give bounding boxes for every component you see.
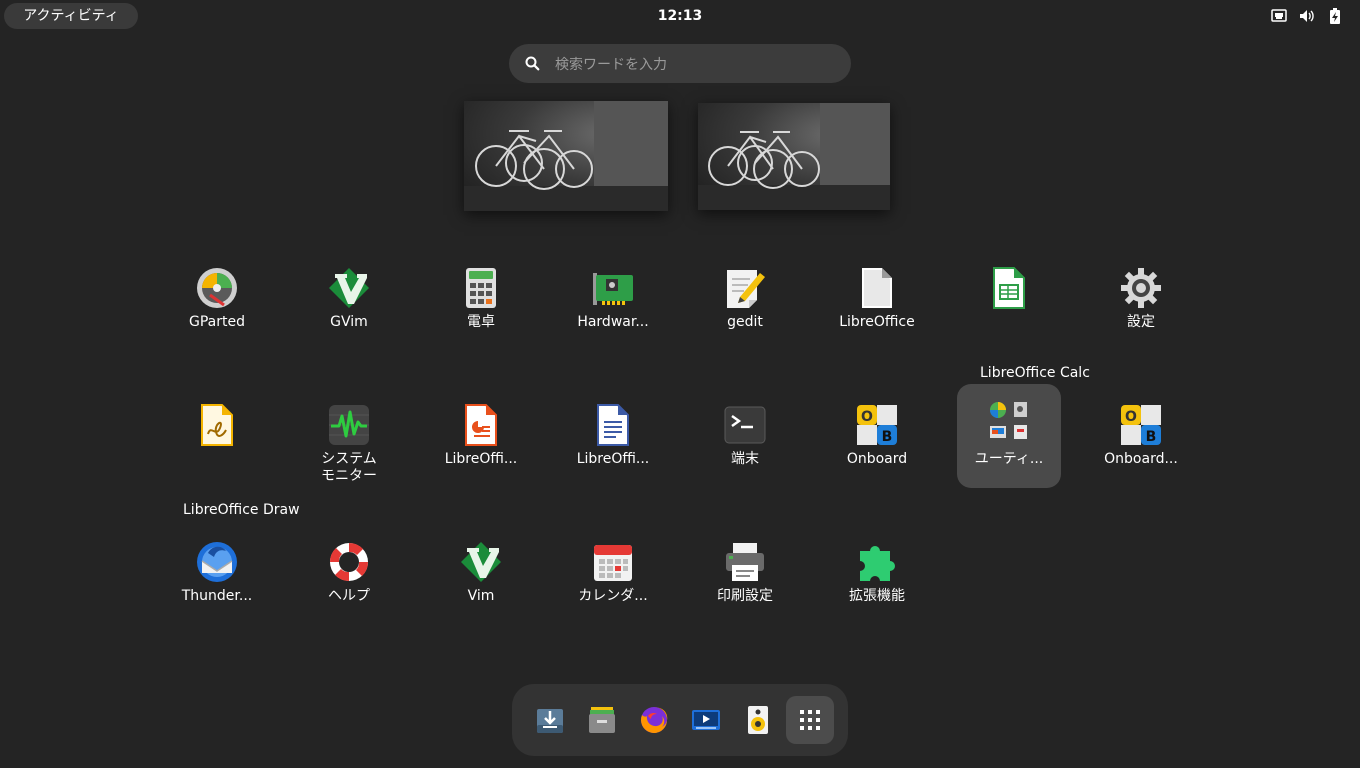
app-terminal[interactable]: 端末 — [693, 387, 797, 491]
dash-show-apps[interactable] — [786, 696, 834, 744]
vim-icon — [461, 542, 501, 582]
app-label: GVim — [330, 314, 368, 330]
libreoffice-writer-icon — [597, 404, 629, 446]
utilities-folder-icon — [990, 402, 1027, 439]
software-install-icon — [537, 709, 563, 733]
terminal-icon — [724, 406, 766, 444]
tooltip-libreoffice-draw: LibreOffice Draw — [183, 502, 300, 518]
system-monitor-icon — [329, 405, 369, 445]
volume-icon[interactable] — [1299, 8, 1315, 24]
app-help[interactable]: ヘルプ — [297, 524, 401, 628]
video-player-icon — [692, 710, 720, 730]
battery-charging-icon[interactable] — [1328, 8, 1342, 24]
workspace-thumbnail-2[interactable] — [698, 103, 890, 210]
app-label: Hardwar... — [577, 314, 649, 330]
app-libreoffice-calc[interactable] — [957, 250, 1061, 354]
search-bar[interactable] — [509, 44, 851, 85]
vim-icon — [329, 268, 369, 308]
calculator-icon — [466, 268, 496, 308]
files-icon — [589, 707, 615, 733]
rhythmbox-icon — [748, 706, 768, 734]
app-print-settings[interactable]: 印刷設定 — [693, 524, 797, 628]
hardware-icon — [593, 273, 633, 305]
app-label: 印刷設定 — [717, 588, 773, 604]
app-calculator[interactable]: 電卓 — [429, 250, 533, 354]
app-libreoffice-writer[interactable]: LibreOffi... — [561, 387, 665, 491]
clock[interactable]: 12:13 — [630, 0, 730, 32]
activities-button[interactable]: アクティビティ — [4, 3, 138, 29]
show-apps-grid-icon — [800, 710, 820, 730]
dash-rhythmbox[interactable] — [734, 696, 782, 744]
app-gvim[interactable]: GVim — [297, 250, 401, 354]
libreoffice-draw-icon — [201, 404, 233, 446]
thunderbird-icon — [197, 542, 237, 582]
app-label: Onboard... — [1104, 451, 1178, 467]
gedit-icon — [727, 270, 765, 308]
app-label: GParted — [189, 314, 245, 330]
extensions-icon — [860, 546, 895, 581]
dash — [512, 684, 848, 756]
app-label: カレンダ... — [578, 588, 648, 604]
search-icon — [525, 56, 540, 71]
firefox-icon — [641, 707, 668, 733]
app-extensions[interactable]: 拡張機能 — [825, 524, 929, 628]
dash-software-install[interactable] — [526, 696, 574, 744]
app-libreoffice-impress[interactable]: LibreOffi... — [429, 387, 533, 491]
app-label: ユーティ... — [974, 451, 1044, 467]
app-label: gedit — [727, 314, 763, 330]
app-label: LibreOffi... — [576, 451, 650, 467]
app-label: ヘルプ — [328, 588, 370, 604]
app-system-monitor[interactable]: システム モニター — [297, 387, 401, 491]
app-label: 設定 — [1127, 314, 1155, 330]
app-gedit[interactable]: gedit — [693, 250, 797, 354]
app-onboard-settings[interactable]: OB Onboard... — [1089, 387, 1193, 491]
app-label: 電卓 — [467, 314, 495, 330]
search-input[interactable] — [553, 44, 837, 85]
svg-text:B: B — [1146, 429, 1157, 445]
app-thunderbird[interactable]: Thunder... — [165, 524, 269, 628]
app-onboard[interactable]: OB Onboard — [825, 387, 929, 491]
onboard-settings-icon: OB — [1121, 405, 1161, 445]
app-vim[interactable]: Vim — [429, 524, 533, 628]
app-libreoffice-draw[interactable] — [165, 387, 269, 491]
dash-video-player[interactable] — [682, 696, 730, 744]
dash-files[interactable] — [578, 696, 626, 744]
gparted-icon — [197, 268, 237, 308]
app-label: Thunder... — [181, 588, 253, 604]
app-gparted[interactable]: GParted — [165, 250, 269, 354]
app-libreoffice[interactable]: LibreOffice — [825, 250, 929, 354]
app-hardware[interactable]: Hardwar... — [561, 250, 665, 354]
app-label: システム モニター — [321, 451, 377, 484]
svg-text:B: B — [882, 429, 893, 445]
onboard-icon: OB — [857, 405, 897, 445]
network-wired-icon[interactable] — [1271, 8, 1287, 24]
app-label: LibreOffice — [839, 314, 915, 330]
app-calendar[interactable]: カレンダ... — [561, 524, 665, 628]
app-label: 拡張機能 — [849, 588, 905, 604]
app-settings[interactable]: 設定 — [1089, 250, 1193, 354]
app-label: LibreOffi... — [444, 451, 518, 467]
svg-text:O: O — [1125, 409, 1137, 425]
settings-icon — [1121, 268, 1161, 308]
app-utilities-folder[interactable]: ユーティ... — [957, 384, 1061, 488]
tooltip-libreoffice-calc: LibreOffice Calc — [980, 365, 1090, 381]
libreoffice-icon — [862, 268, 892, 308]
app-label: Onboard — [846, 451, 908, 467]
top-bar: アクティビティ 12:13 — [0, 0, 1360, 32]
printer-icon — [726, 543, 764, 581]
app-label: 端末 — [731, 451, 759, 467]
libreoffice-impress-icon — [465, 404, 497, 446]
svg-text:O: O — [861, 409, 873, 425]
app-label: Vim — [467, 588, 495, 604]
workspace-thumbnail-1[interactable] — [464, 101, 668, 211]
libreoffice-calc-icon — [993, 267, 1025, 309]
help-icon — [329, 542, 369, 582]
calendar-icon — [594, 545, 632, 581]
dash-firefox[interactable] — [630, 696, 678, 744]
